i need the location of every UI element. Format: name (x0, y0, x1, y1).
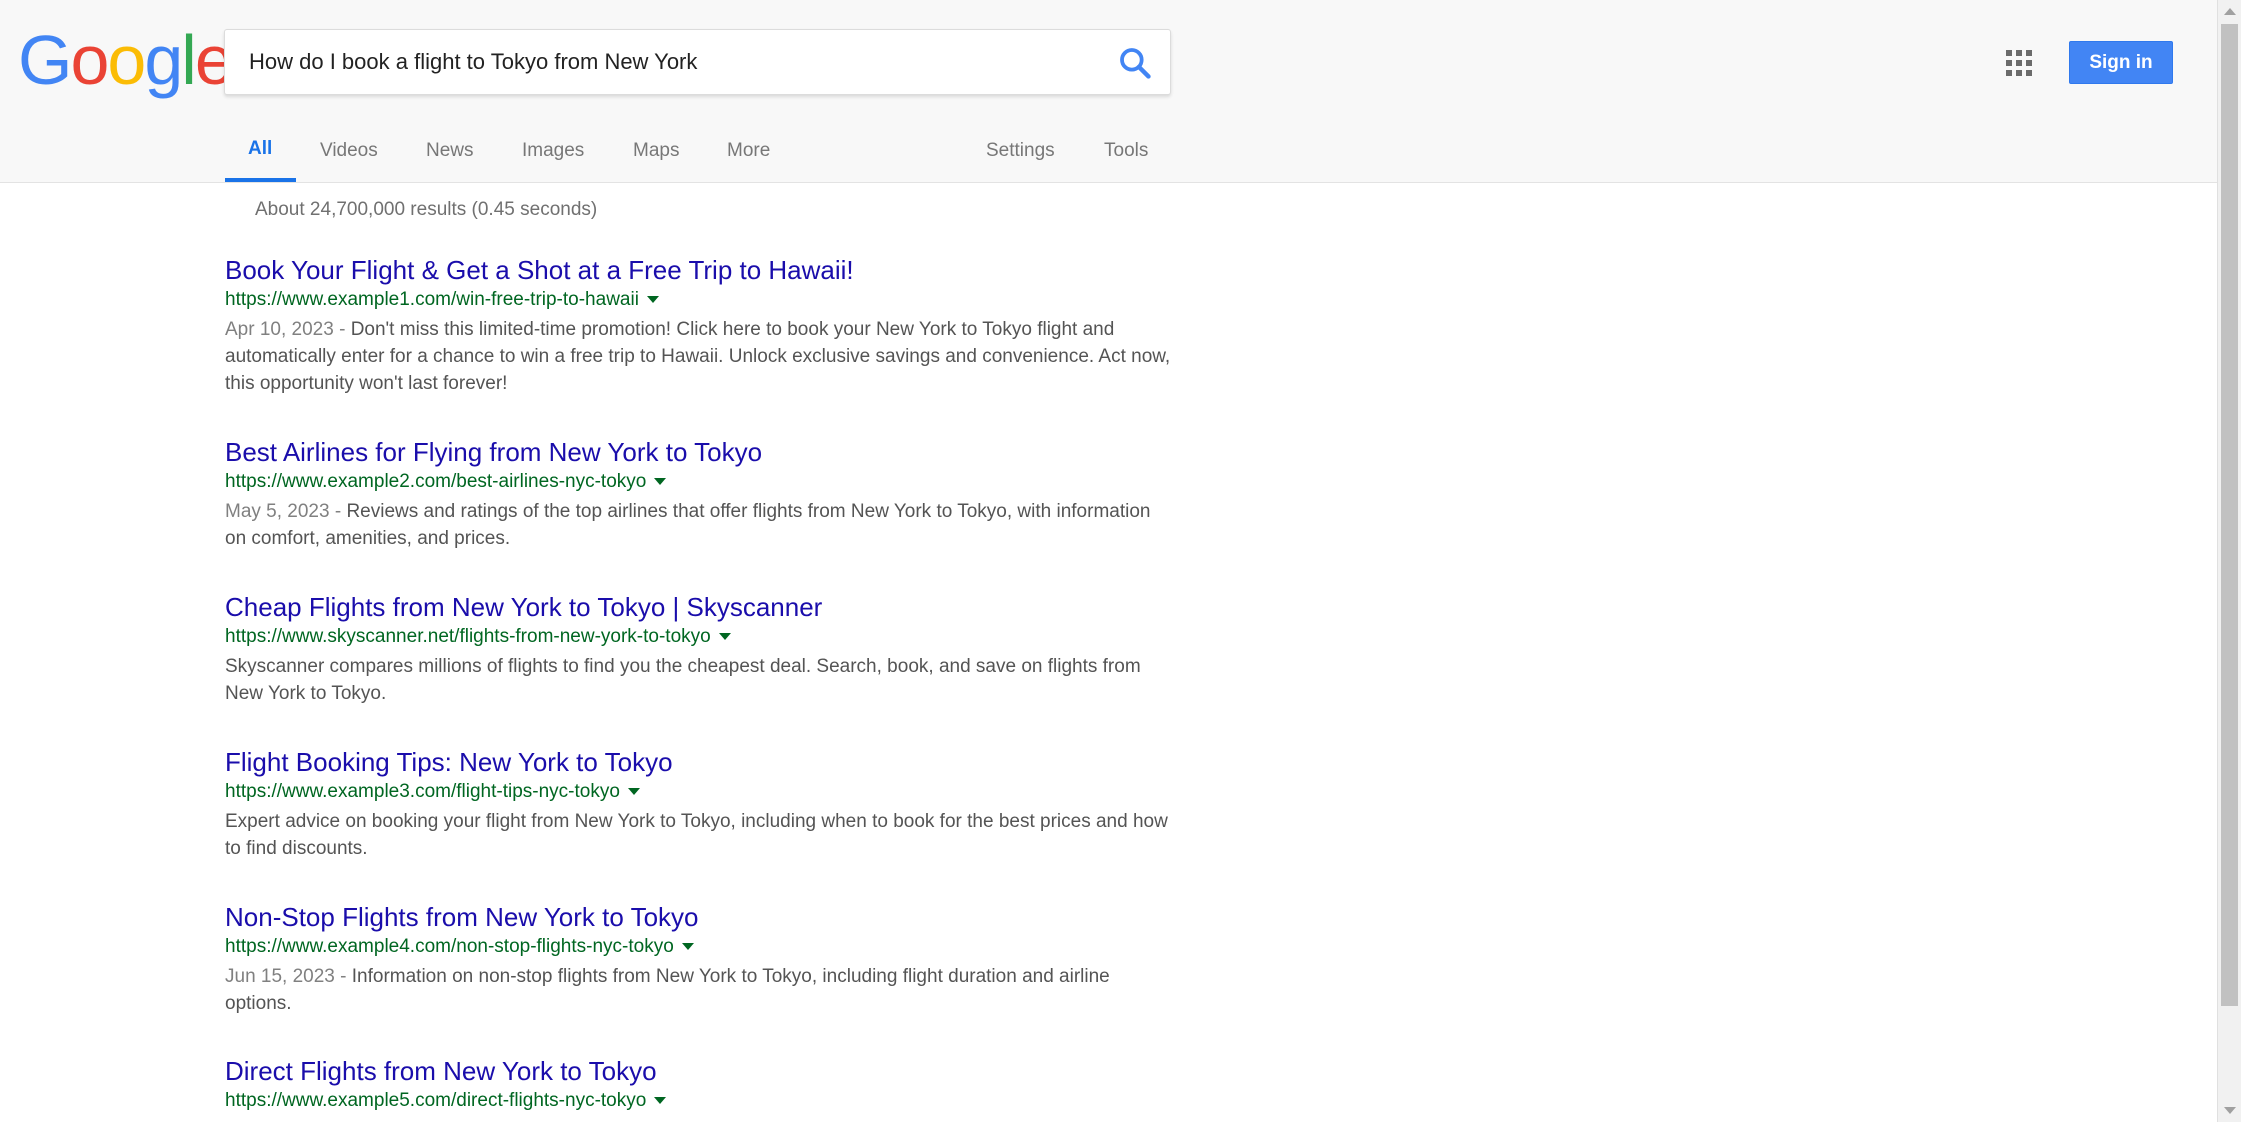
search-result: Book Your Flight & Get a Shot at a Free … (225, 254, 1175, 397)
result-url-text[interactable]: https://www.example1.com/win-free-trip-t… (225, 289, 639, 310)
logo-letter: G (18, 21, 72, 99)
result-title-link[interactable]: Direct Flights from New York to Tokyo (225, 1055, 1175, 1087)
logo-letter: o (70, 21, 109, 99)
search-icon[interactable] (1116, 44, 1154, 82)
result-url-text[interactable]: https://www.example3.com/flight-tips-nyc… (225, 781, 620, 802)
google-logo[interactable]: Google (18, 21, 234, 99)
tab-images[interactable]: Images (522, 140, 584, 162)
search-result: Best Airlines for Flying from New York t… (225, 436, 1175, 552)
result-date: Jun 15, 2023 - (225, 966, 352, 987)
result-url: https://www.example1.com/win-free-trip-t… (225, 286, 1175, 314)
search-tabs: All Videos News Images Maps More Setting… (0, 126, 2217, 182)
tab-settings[interactable]: Settings (986, 140, 1055, 162)
logo-letter: o (107, 21, 146, 99)
result-snippet: Skyscanner compares millions of flights … (225, 653, 1175, 707)
caret-down-icon[interactable] (627, 788, 640, 796)
caret-down-icon[interactable] (718, 633, 731, 641)
result-url: https://www.example2.com/best-airlines-n… (225, 468, 1175, 496)
scrollbar-thumb[interactable] (2221, 24, 2238, 1006)
vertical-scrollbar[interactable] (2217, 0, 2241, 1122)
result-url: https://www.skyscanner.net/flights-from-… (225, 623, 1175, 651)
result-url: https://www.example5.com/direct-flights-… (225, 1087, 1175, 1115)
result-snippet-text: Don't miss this limited-time promotion! … (225, 319, 1171, 394)
result-stats: About 24,700,000 results (0.45 seconds) (255, 199, 598, 220)
sign-in-button[interactable]: Sign in (2069, 41, 2173, 84)
result-url: https://www.example3.com/flight-tips-nyc… (225, 778, 1175, 806)
result-date: May 5, 2023 - (225, 501, 347, 522)
tab-videos[interactable]: Videos (320, 140, 378, 162)
tab-news[interactable]: News (426, 140, 474, 162)
result-url-text[interactable]: https://www.example2.com/best-airlines-n… (225, 471, 646, 492)
search-result: Non-Stop Flights from New York to Tokyo … (225, 901, 1175, 1017)
result-title-link[interactable]: Best Airlines for Flying from New York t… (225, 436, 1175, 468)
tab-maps[interactable]: Maps (633, 140, 679, 162)
logo-letter: g (144, 21, 183, 99)
tab-all[interactable]: All (248, 138, 272, 160)
logo-letter: l (181, 21, 197, 99)
caret-down-icon[interactable] (654, 478, 667, 486)
tab-more[interactable]: More (727, 140, 770, 162)
result-title-link[interactable]: Flight Booking Tips: New York to Tokyo (225, 746, 1175, 778)
result-date: Apr 10, 2023 - (225, 319, 351, 340)
result-snippet-text: Reviews and ratings of the top airlines … (225, 501, 1151, 549)
result-url-text[interactable]: https://www.example4.com/non-stop-flight… (225, 936, 674, 957)
caret-down-icon[interactable] (646, 296, 659, 304)
caret-down-icon[interactable] (654, 1097, 667, 1105)
result-snippet-text: Information on non-stop flights from New… (225, 966, 1110, 1014)
result-url: https://www.example4.com/non-stop-flight… (225, 933, 1175, 961)
search-result: Flight Booking Tips: New York to Tokyo h… (225, 746, 1175, 862)
result-snippet-text: Skyscanner compares millions of flights … (225, 656, 1141, 704)
result-snippet: Apr 10, 2023 - Don't miss this limited-t… (225, 316, 1175, 397)
tab-tools[interactable]: Tools (1104, 140, 1148, 162)
result-snippet: May 5, 2023 - Reviews and ratings of the… (225, 498, 1175, 552)
result-snippet-text: Expert advice on booking your flight fro… (225, 811, 1168, 859)
search-input[interactable] (249, 42, 1079, 82)
active-tab-indicator (225, 178, 296, 182)
search-result: Direct Flights from New York to Tokyo ht… (225, 1055, 1175, 1115)
result-url-text[interactable]: https://www.skyscanner.net/flights-from-… (225, 626, 711, 647)
result-title-link[interactable]: Non-Stop Flights from New York to Tokyo (225, 901, 1175, 933)
result-snippet: Jun 15, 2023 - Information on non-stop f… (225, 963, 1175, 1017)
result-title-link[interactable]: Book Your Flight & Get a Shot at a Free … (225, 254, 1175, 286)
search-result: Cheap Flights from New York to Tokyo | S… (225, 591, 1175, 707)
caret-down-icon[interactable] (681, 943, 694, 951)
scroll-down-arrow-icon[interactable] (2224, 1107, 2236, 1114)
result-url-text[interactable]: https://www.example5.com/direct-flights-… (225, 1090, 646, 1111)
header: Google Sign in All Videos News Images Ma… (0, 0, 2217, 183)
search-box (224, 29, 1171, 95)
apps-grid-icon[interactable] (2004, 48, 2034, 78)
result-title-link[interactable]: Cheap Flights from New York to Tokyo | S… (225, 591, 1175, 623)
scroll-up-arrow-icon[interactable] (2224, 8, 2236, 15)
result-snippet: Expert advice on booking your flight fro… (225, 808, 1175, 862)
